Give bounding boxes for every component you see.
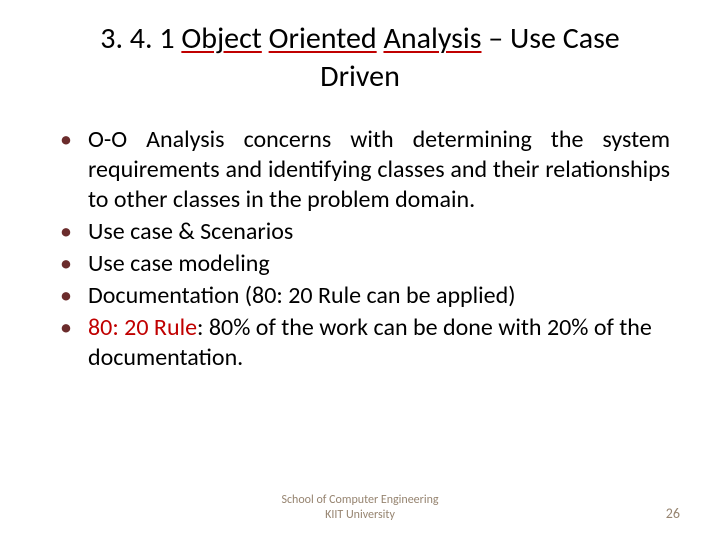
bullet-text: Use case modeling xyxy=(88,249,270,278)
title-word-analysis: Analysis xyxy=(383,20,481,57)
bullet-text: Documentation (80: 20 Rule can be applie… xyxy=(88,281,516,310)
title-word-oriented: Oriented xyxy=(269,20,377,57)
footer-text: School of Computer Engineering KIIT Univ… xyxy=(0,493,720,522)
title-word-object: Object xyxy=(181,20,261,57)
bullet-text: Use case & Scenarios xyxy=(88,217,293,246)
page-number: 26 xyxy=(666,505,680,522)
list-item: Documentation (80: 20 Rule can be applie… xyxy=(60,281,670,311)
list-item: Use case modeling xyxy=(60,249,670,279)
rule-label: 80: 20 Rule xyxy=(88,313,197,342)
slide-content: O-O Analysis concerns with determining t… xyxy=(0,105,720,373)
slide-footer: School of Computer Engineering KIIT Univ… xyxy=(0,493,720,522)
list-item: Use case & Scenarios xyxy=(60,217,670,247)
bullet-list: O-O Analysis concerns with determining t… xyxy=(60,125,670,373)
title-prefix: 3. 4. 1 xyxy=(100,20,181,57)
footer-line2: KIIT University xyxy=(0,508,720,522)
slide-title: 3. 4. 1 Object Oriented Analysis – Use C… xyxy=(0,0,720,105)
list-item: 80: 20 Rule: 80% of the work can be done… xyxy=(60,313,670,373)
footer-line1: School of Computer Engineering xyxy=(0,493,720,507)
bullet-text: O-O Analysis concerns with determining t… xyxy=(88,125,670,214)
list-item: O-O Analysis concerns with determining t… xyxy=(60,125,670,215)
